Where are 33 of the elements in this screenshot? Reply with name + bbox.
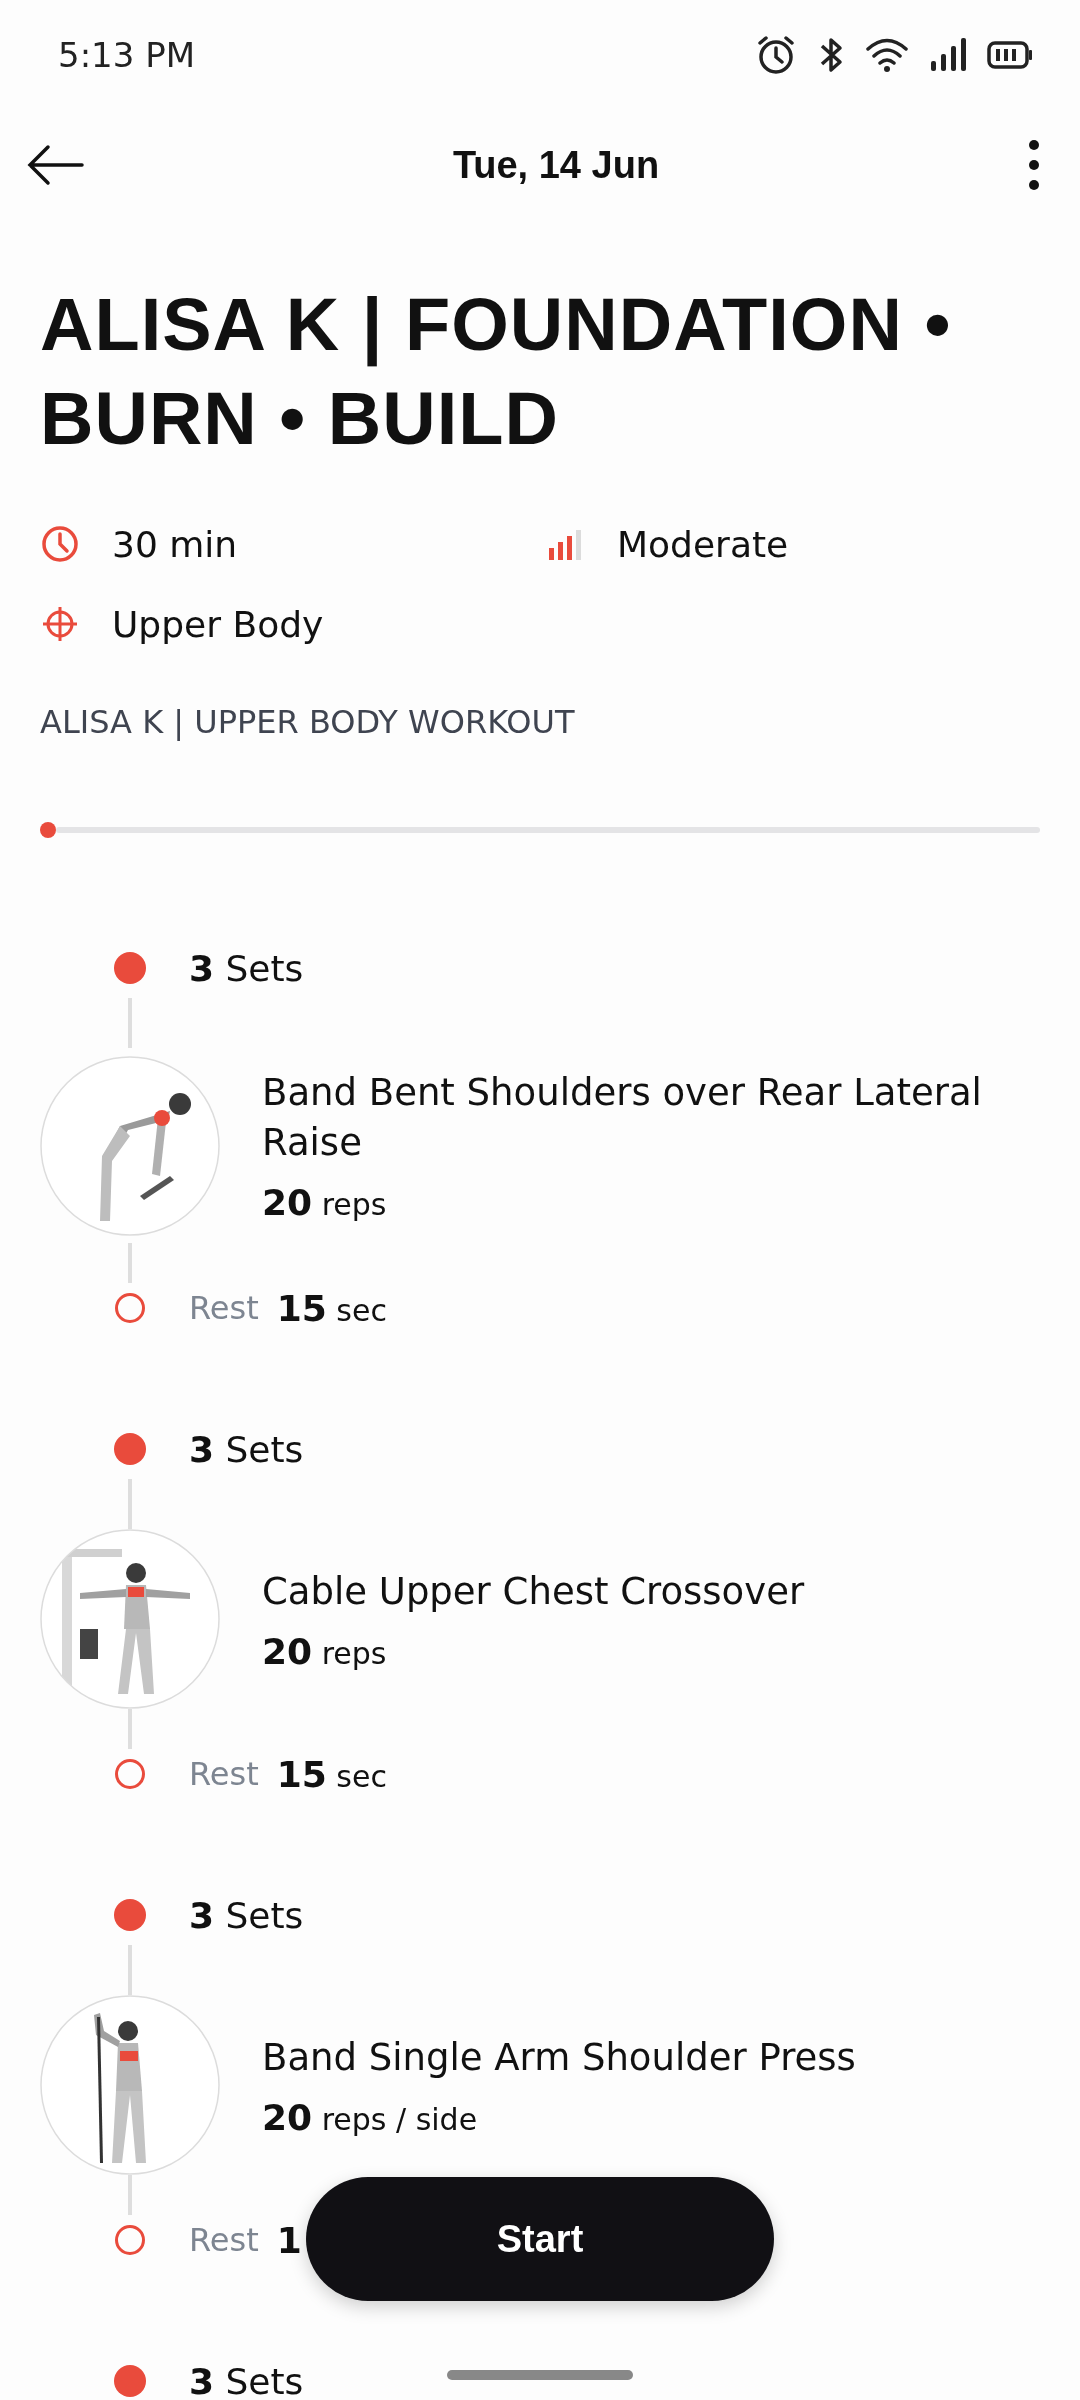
workout-subtitle: ALISA K | UPPER BODY WORKOUT xyxy=(40,702,576,743)
reps-text: 20 reps xyxy=(262,1182,388,1223)
rest-label: Rest xyxy=(189,2221,259,2259)
timeline-ring xyxy=(115,2225,145,2255)
workout-title: ALISA K | FOUNDATION • BURN • BUILD xyxy=(40,282,953,462)
rest-label: Rest xyxy=(189,1755,259,1793)
start-button[interactable]: Start xyxy=(306,2177,774,2301)
status-time: 5:13 PM xyxy=(58,35,195,75)
focus-text: Upper Body xyxy=(112,603,324,645)
header-date: Tue, 14 Jun xyxy=(452,143,660,187)
rest-label: Rest xyxy=(189,1289,259,1327)
sets-text: 3 Sets xyxy=(189,947,304,989)
rest-duration: 15 sec xyxy=(276,1287,387,1329)
rest-duration: 15 sec xyxy=(276,1753,387,1795)
timeline-dot xyxy=(114,1899,146,1931)
exercise-name[interactable]: Band Single Arm Shoulder Press xyxy=(262,2032,856,2083)
rest-duration: 1 xyxy=(276,2219,302,2261)
sets-text: 3 Sets xyxy=(189,2360,304,2400)
timeline-dot xyxy=(114,952,146,984)
reps-text: 20 reps / side xyxy=(262,2096,479,2138)
difficulty-text: Moderate xyxy=(617,523,789,565)
target-icon xyxy=(40,604,80,644)
duration-text: 30 min xyxy=(112,523,238,565)
sets-text: 3 Sets xyxy=(189,1428,304,1470)
sets-text: 3 Sets xyxy=(189,1894,304,1936)
reps-text: 20 reps xyxy=(262,1630,388,1672)
timeline-dot xyxy=(114,1433,146,1465)
exercise-name[interactable]: Band Bent Shoulders over Rear Lateral Raise xyxy=(262,1068,982,1168)
timeline-ring xyxy=(115,1293,145,1323)
clock-icon xyxy=(40,524,80,564)
timeline-dot xyxy=(114,2365,146,2397)
timeline-ring xyxy=(115,1759,145,1789)
exercise-name[interactable]: Cable Upper Chest Crossover xyxy=(262,1566,805,1617)
